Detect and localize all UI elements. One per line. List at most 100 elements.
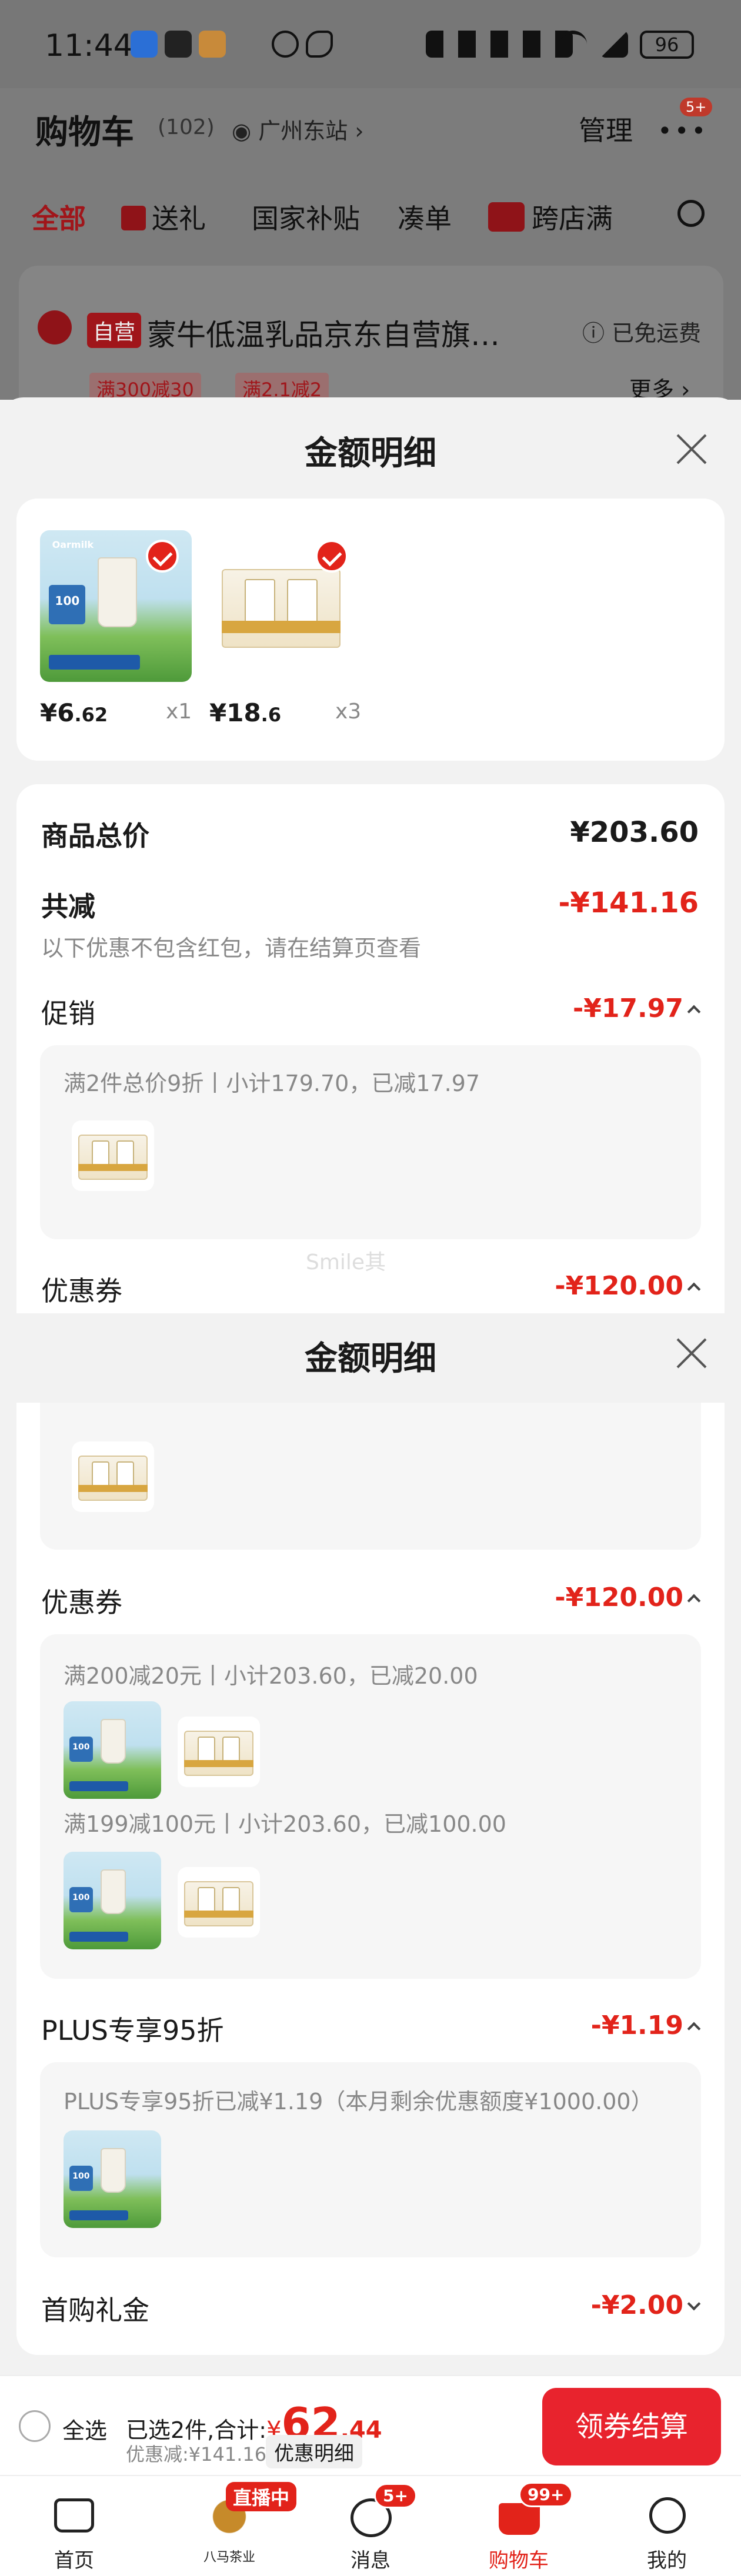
shop-name[interactable]: 蒙牛低温乳品京东自营旗… (147, 312, 500, 354)
plus-value[interactable]: -¥1.19 (590, 2010, 701, 2040)
coupon-thumb-milk-1: 100 (64, 1701, 161, 1799)
free-shipping-label: 已免运费 (612, 320, 702, 346)
search-icon[interactable] (677, 200, 705, 227)
close-icon[interactable] (674, 1336, 709, 1371)
free-shipping: ⓘ 已免运费 (582, 320, 702, 346)
tab-cart-label: 购物车 (489, 2549, 549, 2572)
item-2-price-int: ¥18 (209, 698, 261, 727)
promo-detail-card: 满2件总价9折丨小计179.70，已减17.97 (40, 1045, 701, 1239)
brand-logo: Oarmilk (52, 539, 94, 551)
qq-icon (165, 31, 192, 58)
saved-amount: 优惠减:¥141.16 (126, 2443, 267, 2465)
item-1-price: ¥6.62 (40, 698, 108, 727)
close-icon[interactable] (674, 431, 709, 467)
plus-detail-text: PLUS专享95折已减¥1.19（本月剩余优惠额度¥1000.00） (64, 2089, 653, 2115)
discount-note: 以下优惠不包含红包，请在结算页查看 (41, 935, 422, 961)
app-icon-1 (131, 31, 158, 58)
discount-detail-button[interactable]: 优惠明细 (266, 2435, 362, 2468)
tab-mine[interactable]: 我的 (614, 2483, 720, 2572)
tab-mine-label: 我的 (647, 2549, 687, 2572)
status-time: 11:44 (45, 28, 133, 63)
total-label: 商品总价 (41, 820, 149, 852)
label-bar (69, 1781, 128, 1791)
tab-bundle[interactable]: 凑单 (398, 198, 452, 236)
chevron-up-icon (687, 1282, 701, 1296)
tab-cross-store[interactable]: 跨店满 (488, 198, 613, 236)
cup-image (98, 557, 138, 628)
manage-button[interactable]: 管理 (579, 109, 633, 148)
item-2-checkbox[interactable] (315, 540, 348, 573)
coupon-label-2: 优惠券 (41, 1587, 122, 1618)
self-operated-tag: 自营 (87, 313, 142, 348)
label-bar (69, 1932, 128, 1942)
first-purchase-value[interactable]: -¥2.00 (590, 2290, 701, 2320)
more-icon[interactable]: ••• (657, 116, 708, 145)
box-image (78, 1456, 148, 1501)
tab-home[interactable]: 首页 (21, 2483, 127, 2572)
home-icon (54, 2498, 94, 2532)
tab-all[interactable]: 全部 (32, 198, 86, 236)
location-selector[interactable]: ◉ 广州东站 › (232, 113, 364, 145)
chevron-down-icon (687, 2297, 701, 2311)
chevron-up-icon (687, 1005, 701, 1019)
coupon-value-text: -¥120.00 (555, 1271, 683, 1301)
select-all-label[interactable]: 全选 (62, 2413, 107, 2445)
sheet-title: 金额明细 (305, 434, 436, 473)
item-1-checkbox[interactable] (146, 540, 179, 573)
coupon-value-2-text: -¥120.00 (555, 1583, 683, 1612)
more-badge: 5+ (680, 98, 713, 116)
plus-detail-card: PLUS专享95折已减¥1.19（本月剩余优惠额度¥1000.00） 100 (40, 2062, 701, 2257)
badge-100: 100 (69, 2165, 93, 2191)
tab-cross-store-label: 跨店满 (532, 203, 613, 235)
promo-value[interactable]: -¥17.97 (572, 993, 701, 1023)
promo-value-text: -¥17.97 (572, 993, 683, 1023)
cup-image (101, 2147, 126, 2193)
messages-badge: 5+ (374, 2483, 417, 2508)
first-purchase-label: 首购礼金 (41, 2294, 149, 2326)
item-1-price-int: ¥6 (40, 698, 75, 727)
cup-image (101, 1718, 126, 1764)
box-band (78, 1485, 148, 1493)
tab-subsidy[interactable]: 国家补贴 (252, 198, 360, 236)
item-2-qty: x3 (335, 700, 362, 724)
shop-checkbox[interactable] (38, 310, 72, 344)
label-bar (69, 2210, 128, 2220)
coupon-thumb-milk-2: 100 (64, 1852, 161, 1949)
wifi-icon (559, 31, 587, 58)
chevron-up-icon (687, 2022, 701, 2036)
chevron-up-icon (687, 1594, 701, 1608)
promo-tag-icon (488, 202, 525, 232)
coupon-value-2[interactable]: -¥120.00 (555, 1583, 701, 1612)
item-2-price: ¥18.6 (209, 698, 281, 727)
checkout-button[interactable]: 领券结算 (542, 2388, 721, 2465)
coupon-thumb-box-1 (178, 1717, 260, 1787)
box-band (78, 1164, 148, 1172)
battery-icon: 96 (640, 31, 694, 59)
first-purchase-value-text: -¥2.00 (590, 2290, 683, 2320)
badge-100: 100 (69, 1886, 93, 1912)
coupon-value[interactable]: -¥120.00 (555, 1271, 701, 1301)
cart-count: (102) (158, 115, 215, 139)
cart-icon (499, 2503, 540, 2535)
plus-value-text: -¥1.19 (590, 2010, 683, 2040)
live-badge: 直播中 (226, 2482, 297, 2511)
badge-100: 100 (49, 584, 86, 624)
discount-label: 共减 (41, 891, 95, 922)
total-value: ¥203.60 (570, 816, 699, 849)
cell-signal-icon (600, 31, 628, 58)
coupon-detail-2: 满199减100元丨小计203.60，已减100.00 (64, 1811, 506, 1837)
watermark: Smile其 (306, 1250, 386, 1274)
status-bar: 11:44 96 (0, 0, 741, 88)
plus-label: PLUS专享95折 (41, 2015, 224, 2046)
coupon-label: 优惠券 (41, 1275, 122, 1307)
tab-gift[interactable]: 送礼 (121, 198, 206, 236)
box-image (184, 1731, 253, 1776)
label-bar (49, 654, 141, 670)
tab-messages-label: 消息 (351, 2549, 390, 2572)
promo-detail-card-partial (40, 1403, 701, 1550)
box-band (184, 1760, 253, 1768)
item-1-price-dec: .62 (74, 704, 108, 726)
plus-thumb-milk: 100 (64, 2130, 161, 2228)
profile-icon (649, 2497, 686, 2534)
select-all-radio[interactable] (19, 2410, 51, 2442)
